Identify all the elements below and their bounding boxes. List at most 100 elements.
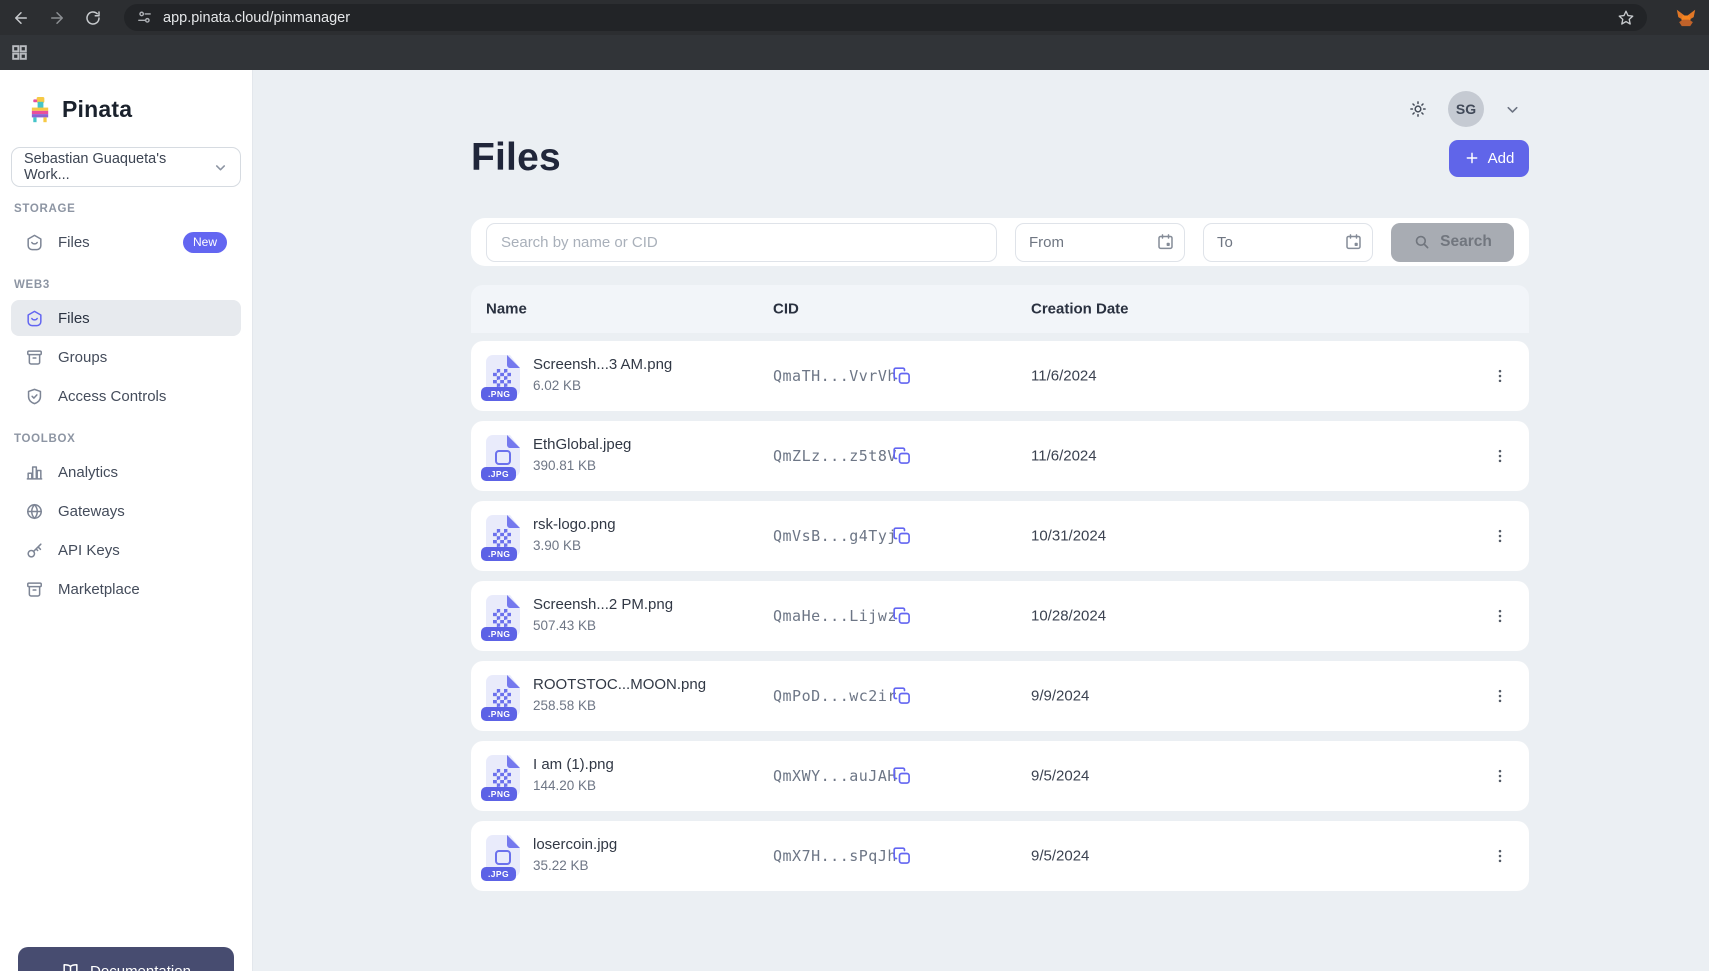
file-cid: QmXWY...auJAH	[773, 767, 897, 785]
creation-date: 9/9/2024	[1031, 688, 1089, 705]
sidebar-item-files-storage[interactable]: Files New	[11, 224, 241, 260]
address-bar[interactable]: app.pinata.cloud/pinmanager	[124, 4, 1647, 31]
pinata-logo-icon	[28, 96, 53, 123]
sidebar-item-label: Marketplace	[58, 581, 140, 598]
file-size: 507.43 KB	[533, 616, 673, 635]
file-size: 35.22 KB	[533, 856, 617, 875]
row-menu-button[interactable]	[1487, 363, 1513, 389]
kebab-icon	[1491, 527, 1509, 545]
file-ext-badge: .JPG	[481, 867, 516, 882]
logo-text: Pinata	[62, 96, 132, 123]
files-icon	[25, 233, 44, 252]
creation-date: 11/6/2024	[1031, 368, 1097, 385]
apps-grid-icon[interactable]	[10, 43, 29, 62]
table-row[interactable]: .JPG EthGlobal.jpeg 390.81 KB QmZLz...z5…	[471, 421, 1529, 491]
row-menu-button[interactable]	[1487, 603, 1513, 629]
copy-icon	[892, 446, 912, 466]
copy-cid-button[interactable]	[892, 606, 912, 626]
file-size: 3.90 KB	[533, 536, 616, 555]
copy-icon	[892, 366, 912, 386]
filter-panel: Search	[471, 218, 1529, 266]
creation-date: 11/6/2024	[1031, 448, 1097, 465]
column-header-creation-date: Creation Date	[1031, 301, 1129, 318]
box-icon	[25, 580, 44, 599]
file-size: 6.02 KB	[533, 376, 672, 395]
file-cid: QmPoD...wc2ir	[773, 687, 897, 705]
chevron-down-icon	[213, 160, 228, 175]
pinata-logo[interactable]: Pinata	[11, 96, 241, 123]
copy-cid-button[interactable]	[892, 766, 912, 786]
kebab-icon	[1491, 767, 1509, 785]
copy-cid-button[interactable]	[892, 526, 912, 546]
row-menu-button[interactable]	[1487, 763, 1513, 789]
forward-icon[interactable]	[48, 9, 66, 27]
column-header-cid: CID	[773, 301, 799, 318]
copy-cid-button[interactable]	[892, 446, 912, 466]
workspace-selector[interactable]: Sebastian Guaqueta's Work...	[11, 147, 241, 187]
main-area: SG Files Add	[253, 70, 1709, 971]
globe-icon	[25, 502, 44, 521]
workspace-name: Sebastian Guaqueta's Work...	[24, 151, 213, 183]
copy-cid-button[interactable]	[892, 366, 912, 386]
file-ext-badge: .PNG	[481, 707, 517, 722]
copy-cid-button[interactable]	[892, 846, 912, 866]
date-to-input[interactable]	[1203, 223, 1373, 262]
metamask-extension-icon[interactable]	[1675, 7, 1697, 29]
plus-icon	[1464, 150, 1480, 166]
bookmark-star-icon[interactable]	[1617, 9, 1635, 27]
file-size: 258.58 KB	[533, 696, 706, 715]
sidebar-item-label: Files	[58, 234, 90, 251]
file-size: 144.20 KB	[533, 776, 614, 795]
search-button-label: Search	[1440, 233, 1492, 251]
site-settings-icon[interactable]	[136, 9, 153, 26]
sidebar-item-access-controls[interactable]: Access Controls	[11, 378, 241, 414]
creation-date: 9/5/2024	[1031, 768, 1089, 785]
row-menu-button[interactable]	[1487, 443, 1513, 469]
column-header-name: Name	[486, 301, 527, 318]
sidebar-item-files-web3[interactable]: Files	[11, 300, 241, 336]
file-cid: QmVsB...g4Tyj	[773, 527, 897, 545]
file-type-icon: .PNG	[486, 755, 520, 797]
kebab-icon	[1491, 687, 1509, 705]
file-size: 390.81 KB	[533, 456, 631, 475]
creation-date: 10/28/2024	[1031, 608, 1106, 625]
copy-icon	[892, 606, 912, 626]
search-button[interactable]: Search	[1391, 223, 1514, 262]
copy-cid-button[interactable]	[892, 686, 912, 706]
table-row[interactable]: .PNG Screensh...2 PM.png 507.43 KB QmaHe…	[471, 581, 1529, 651]
back-icon[interactable]	[12, 9, 30, 27]
sidebar-item-label: API Keys	[58, 542, 120, 559]
kebab-icon	[1491, 607, 1509, 625]
section-label-storage: STORAGE	[11, 187, 241, 224]
table-row[interactable]: .PNG Screensh...3 AM.png 6.02 KB QmaTH..…	[471, 341, 1529, 411]
sidebar-item-api-keys[interactable]: API Keys	[11, 532, 241, 568]
row-menu-button[interactable]	[1487, 843, 1513, 869]
files-icon	[25, 309, 44, 328]
table-row[interactable]: .JPG losercoin.jpg 35.22 KB QmX7H...sPqJ…	[471, 821, 1529, 891]
copy-icon	[892, 686, 912, 706]
sidebar-item-label: Access Controls	[58, 388, 166, 405]
copy-icon	[892, 766, 912, 786]
table-row[interactable]: .PNG rsk-logo.png 3.90 KB QmVsB...g4Tyj …	[471, 501, 1529, 571]
page-title: Files	[471, 136, 561, 180]
file-ext-badge: .PNG	[481, 787, 517, 802]
table-row[interactable]: .PNG ROOTSTOC...MOON.png 258.58 KB QmPoD…	[471, 661, 1529, 731]
sidebar-item-gateways[interactable]: Gateways	[11, 493, 241, 529]
sidebar-item-marketplace[interactable]: Marketplace	[11, 571, 241, 607]
add-button[interactable]: Add	[1449, 140, 1529, 177]
reload-icon[interactable]	[84, 9, 102, 27]
file-cid: QmX7H...sPqJh	[773, 847, 897, 865]
documentation-button[interactable]: Documentation	[18, 947, 234, 971]
sidebar-item-groups[interactable]: Groups	[11, 339, 241, 375]
row-menu-button[interactable]	[1487, 523, 1513, 549]
file-type-icon: .JPG	[486, 835, 520, 877]
row-menu-button[interactable]	[1487, 683, 1513, 709]
search-input[interactable]	[486, 223, 997, 262]
section-label-toolbox: TOOLBOX	[11, 417, 241, 454]
sidebar-item-analytics[interactable]: Analytics	[11, 454, 241, 490]
documentation-label: Documentation	[90, 963, 191, 971]
shield-check-icon	[25, 387, 44, 406]
date-from-input[interactable]	[1015, 223, 1185, 262]
table-row[interactable]: .PNG I am (1).png 144.20 KB QmXWY...auJA…	[471, 741, 1529, 811]
file-name: I am (1).png	[533, 755, 614, 775]
